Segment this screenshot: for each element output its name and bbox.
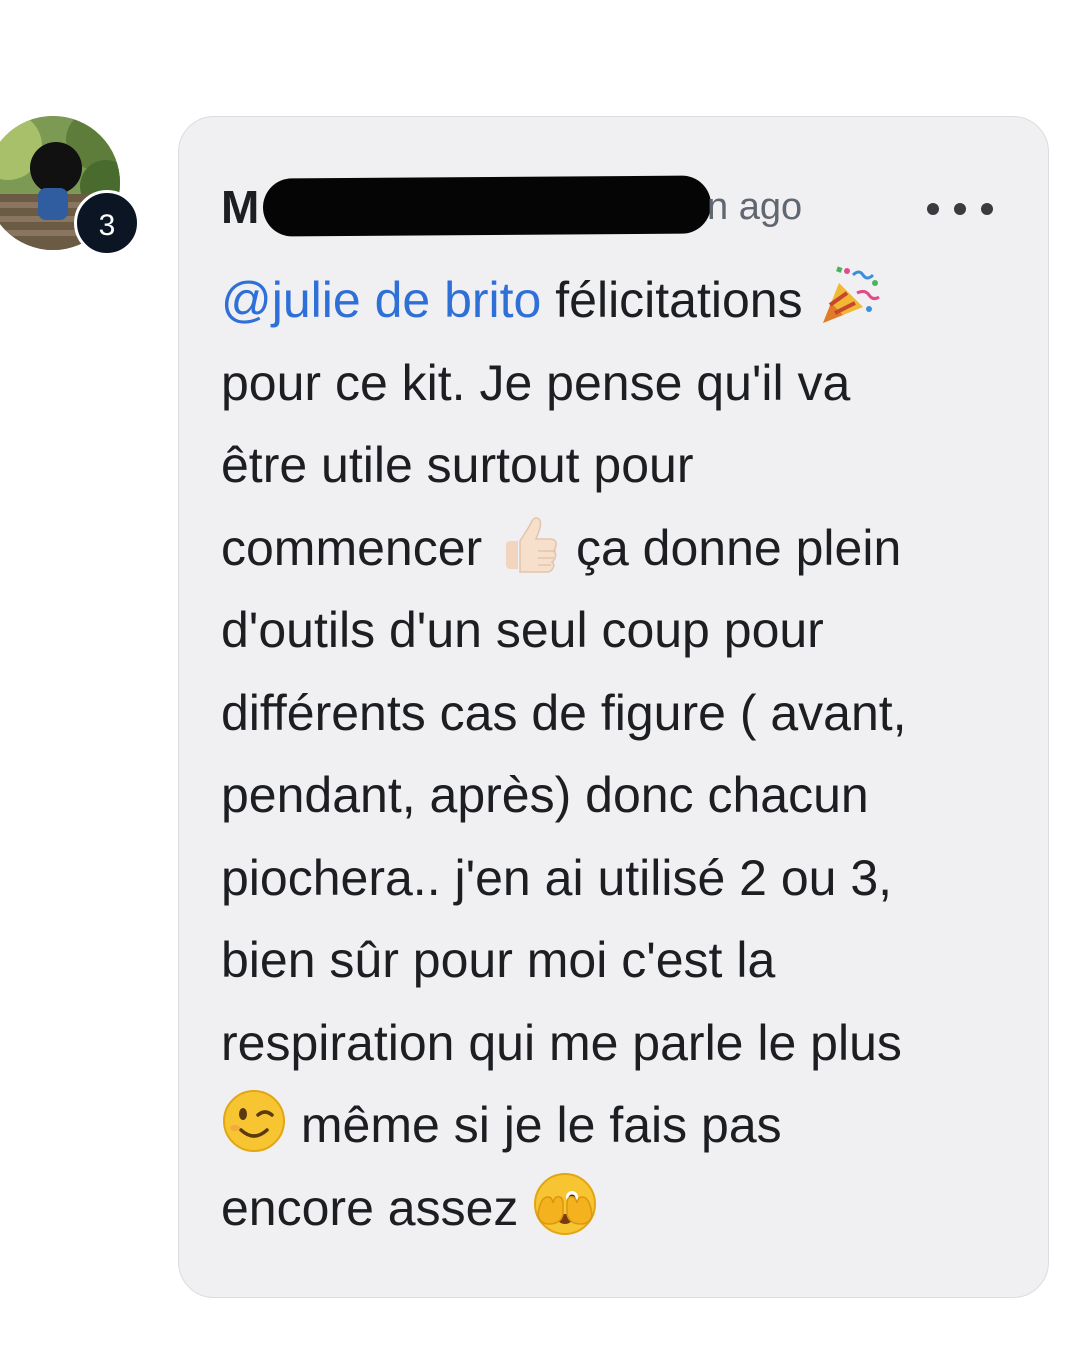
comment-line: différents cas de figure ( avant,: [221, 684, 907, 741]
comment-line: d'outils d'un seul coup pour: [221, 602, 824, 658]
comment-text-fragment: ça donne plein: [562, 519, 902, 576]
dot: [954, 203, 966, 215]
comment-screen: 3 M n ago @julie de brito félicitations: [0, 0, 1080, 1350]
thumbs-up-icon: [496, 511, 562, 577]
party-popper-icon: [817, 263, 883, 329]
notification-badge: 3: [74, 190, 140, 256]
comment-line: encore assez: [221, 1167, 1021, 1250]
comment-bubble: M n ago @julie de brito félicitations po…: [178, 116, 1049, 1298]
more-options-icon[interactable]: [927, 195, 993, 223]
comment-text-fragment: encore assez: [221, 1179, 533, 1236]
winking-face-icon: [221, 1088, 287, 1154]
comment-line: pour ce kit. Je pense qu'il va: [221, 354, 851, 411]
comment-line: piochera.. j'en ai utilisé 2 ou 3,: [221, 849, 893, 906]
comment-line: respiration qui me parle le plus: [221, 1014, 902, 1071]
comment-line: @julie de brito félicitations: [221, 259, 1021, 342]
face-with-peeking-eye-icon: [532, 1171, 598, 1237]
dot: [927, 203, 939, 215]
author-name[interactable]: M: [221, 179, 259, 235]
redaction-bar: [262, 175, 712, 237]
mention-link[interactable]: @julie de brito: [221, 272, 541, 328]
comment-line: pendant, après) donc chacun: [221, 767, 869, 823]
dot: [981, 203, 993, 215]
comment-text: @julie de brito félicitations pour ce ki…: [221, 259, 1021, 1249]
comment-line: bien sûr pour moi c'est la: [221, 932, 776, 988]
comment-line: commencer ça donne plein: [221, 507, 1021, 590]
comment-text-fragment: commencer: [221, 519, 483, 576]
timestamp[interactable]: n ago: [707, 181, 802, 233]
comment-text-fragment: même si je le fais pas: [287, 1097, 782, 1153]
comment-line: être utile surtout pour: [221, 437, 694, 493]
comment-line: même si je le fais pas: [221, 1084, 1021, 1167]
comment-text-fragment: félicitations: [541, 272, 803, 328]
